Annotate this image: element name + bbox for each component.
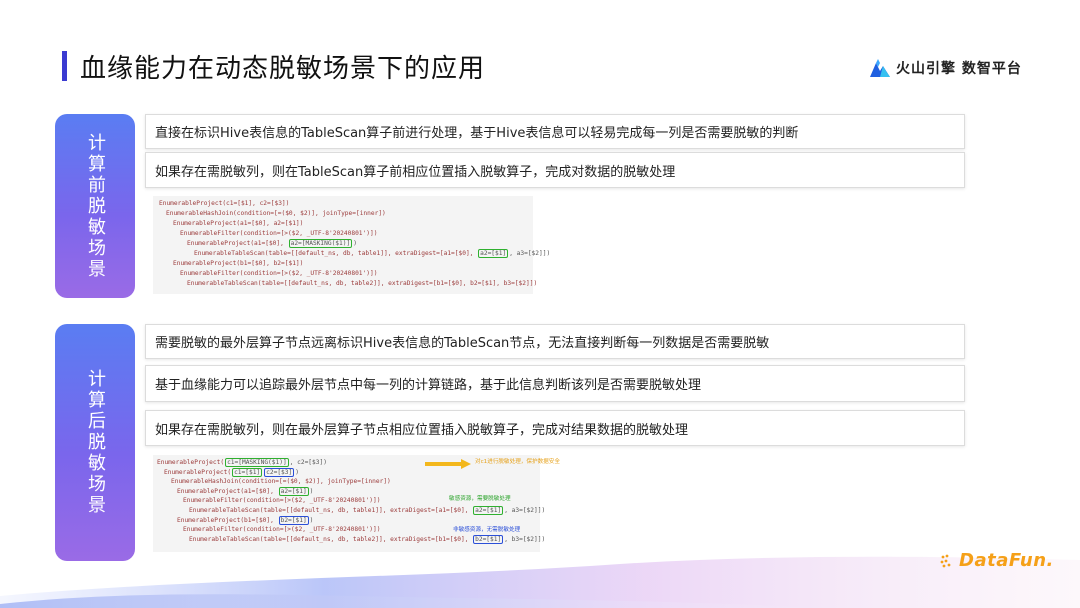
non-sensitive-column-highlight: b2=[$1] [278, 515, 309, 525]
code-line: EnumerableFilter(condition=[>($2, _UTF-8… [183, 497, 381, 505]
code-line: EnumerableProject(b1=[$0], b2=[$1]) [173, 260, 304, 267]
title-accent-bar [62, 51, 67, 81]
page-title: 血缘能力在动态脱敏场景下的应用 [80, 54, 486, 84]
code-line: EnumerableProject(c1=[$1] c2=[$3]) [164, 467, 299, 477]
code-line: EnumerableProject(a1=[$0], a2=[$1]) [173, 220, 304, 227]
code-line: EnumerableHashJoin(condition=[=($0, $2)]… [166, 210, 386, 217]
sensitive-column-highlight: a2=[$1] [478, 249, 509, 258]
section2-row-3: 如果存在需脱敏列，则在最外层算子节点相应位置插入脱敏算子，完成对结果数据的脱敏处… [145, 410, 965, 446]
code-line: EnumerableFilter(condition=[>($2, _UTF-8… [180, 230, 378, 237]
code-line: EnumerableFilter(condition=[>($2, _UTF-8… [183, 526, 381, 534]
section2-label-text: 计算后脱敏场景 [85, 369, 106, 516]
section1-label: 计算前脱敏场景 [55, 114, 135, 298]
code-line: EnumerableProject(a1=[$0], a2=[MASKING($… [187, 239, 357, 248]
section1-row-1: 直接在标识Hive表信息的TableScan算子前进行处理，基于Hive表信息可… [145, 114, 965, 149]
datafun-dots-icon [940, 554, 951, 567]
brand: 火山引擎 数智平台 [870, 58, 1022, 78]
datafun-logo: DataFun. [940, 550, 1054, 571]
code-line: EnumerableProject(b1=[$0], b2=[$1]) [177, 515, 314, 525]
section2-row-1: 需要脱敏的最外层算子节点远离标识Hive表信息的TableScan节点，无法直接… [145, 324, 965, 359]
code-line: EnumerableTableScan(table=[[default_ns, … [194, 249, 551, 258]
masking-highlight: c1=[MASKING($1)] [225, 458, 289, 467]
code-line: EnumerableProject(c1=[MASKING($1)], c2=[… [157, 458, 327, 467]
volcano-engine-logo-icon [870, 59, 890, 77]
masking-highlight: a2=[MASKING($1)] [288, 239, 353, 248]
code-line: EnumerableHashJoin(condition=[=($0, $2)]… [171, 478, 391, 486]
section1-label-text: 计算前脱敏场景 [85, 132, 106, 280]
code-line: EnumerableTableScan(table=[[default_ns, … [187, 280, 538, 287]
section2-label: 计算后脱敏场景 [55, 324, 135, 561]
non-sensitive-column-highlight: c2=[$3] [264, 467, 295, 477]
code-line: EnumerableTableScan(table=[[default_ns, … [189, 505, 546, 515]
section2-row-2: 基于血缘能力可以追踪最外层节点中每一列的计算链路，基于此信息判断该列是否需要脱敏… [145, 365, 965, 402]
code-line: EnumerableProject(c1=[$1], c2=[$3]) [159, 200, 290, 207]
brand-name: 火山引擎 数智平台 [896, 61, 1022, 77]
code-line: EnumerableFilter(condition=[>($2, _UTF-8… [180, 270, 378, 277]
datafun-logo-text: DataFun. [959, 550, 1054, 571]
sensitive-column-highlight: c1=[$1] [232, 467, 263, 477]
sensitive-column-highlight: a2=[$1] [473, 505, 504, 515]
section1-code-snippet: EnumerableProject(c1=[$1], c2=[$3]) Enum… [153, 196, 551, 294]
decorative-wave [0, 556, 1080, 608]
sensitive-column-highlight: a2=[$1] [278, 486, 309, 496]
section1-row-2: 如果存在需脱敏列，则在TableScan算子前相应位置插入脱敏算子，完成对数据的… [145, 152, 965, 188]
code-line: EnumerableProject(a1=[$0], a2=[$1]) [177, 486, 314, 496]
